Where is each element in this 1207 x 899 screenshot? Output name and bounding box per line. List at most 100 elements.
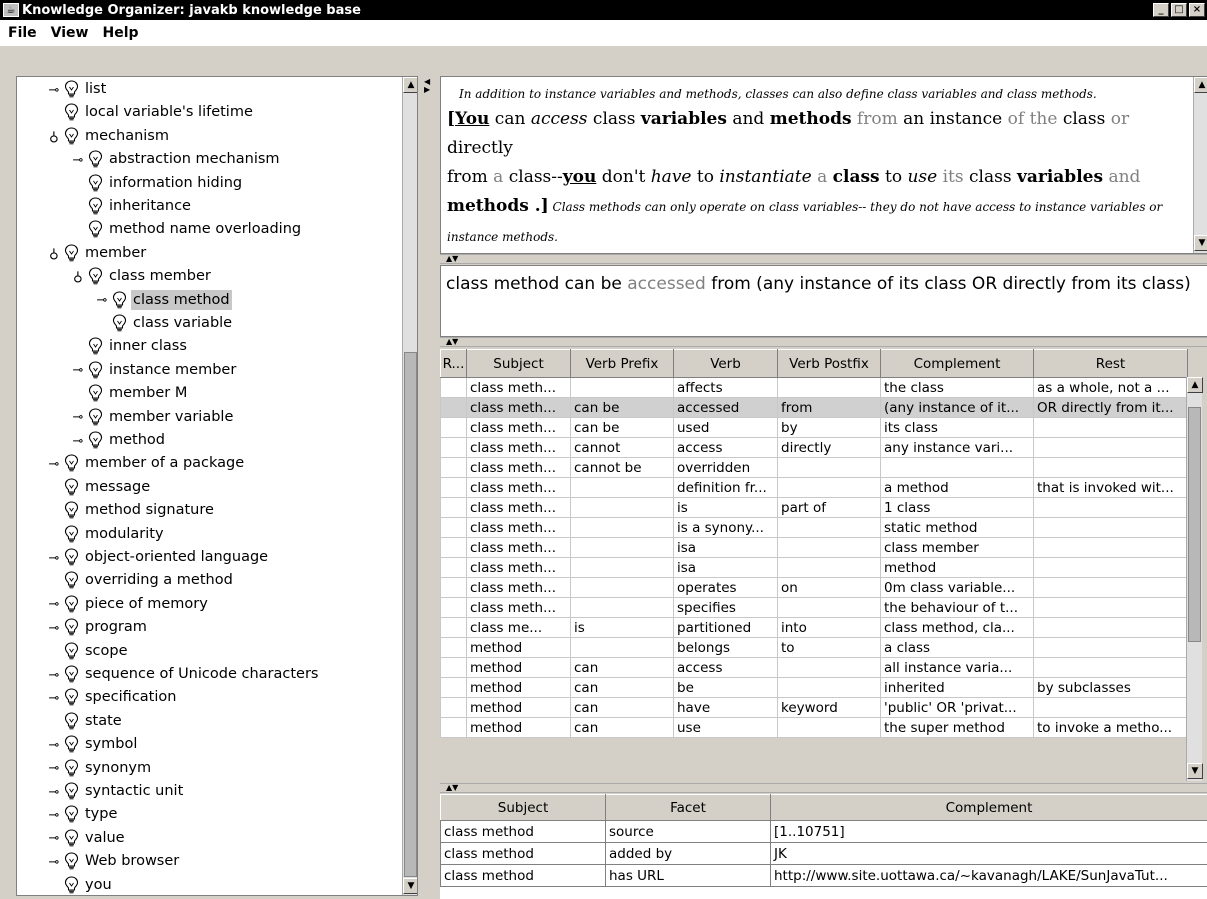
menu-help[interactable]: Help — [102, 25, 138, 41]
table-cell[interactable]: its class — [880, 417, 1034, 438]
tree-item[interactable]: ⊸ object-oriented language — [17, 546, 402, 569]
collapsed-toggle-icon[interactable]: ⊸ — [71, 434, 85, 449]
table-cell[interactable] — [570, 537, 674, 558]
tree-item[interactable]: ⊸ sequence of Unicode characters — [17, 663, 402, 686]
tree-item[interactable]: you — [17, 874, 402, 895]
collapsed-toggle-icon[interactable]: ⊸ — [47, 83, 61, 98]
table-row[interactable]: method can be inherited by subclasses — [440, 677, 1188, 698]
table-row[interactable]: class meth... is part of 1 class — [440, 497, 1188, 518]
table-cell[interactable]: that is invoked wit... — [1033, 477, 1188, 498]
table-cell[interactable] — [570, 377, 674, 398]
table-cell[interactable] — [1033, 437, 1188, 458]
table-cell[interactable]: can be — [570, 417, 674, 438]
table-row[interactable]: class meth... isa class member — [440, 537, 1188, 558]
table-cell[interactable]: belongs — [673, 637, 778, 658]
table-cell[interactable] — [1033, 417, 1188, 438]
tree-scrollbar[interactable]: ▲ ▼ — [402, 77, 417, 895]
table-scrollbar[interactable]: ▲ ▼ — [1186, 377, 1203, 781]
table-cell[interactable]: cannot be — [570, 457, 674, 478]
table-row[interactable]: method can have keyword'public' OR 'privat.… — [440, 697, 1188, 718]
tree-item[interactable]: ⊸ specification — [17, 686, 402, 709]
expanded-toggle-icon[interactable]: ⚲ — [71, 270, 85, 285]
table-cell[interactable]: class meth... — [466, 457, 571, 478]
table-cell[interactable] — [440, 517, 467, 538]
scroll-up-icon[interactable]: ▲ — [1187, 377, 1203, 393]
table-cell[interactable]: accessed — [673, 397, 778, 418]
table-cell[interactable] — [440, 397, 467, 418]
table-cell[interactable]: method — [466, 697, 571, 718]
minimize-button[interactable]: _ — [1153, 3, 1169, 17]
collapsed-toggle-icon[interactable]: ⊸ — [71, 363, 85, 378]
table-row[interactable]: class meth... specifies the behaviour of t… — [440, 597, 1188, 618]
table-cell[interactable]: all instance varia... — [880, 657, 1034, 678]
table-cell[interactable]: directly — [777, 437, 881, 458]
table-cell[interactable] — [440, 577, 467, 598]
table-cell[interactable]: to — [777, 637, 881, 658]
table-cell[interactable]: by subclasses — [1033, 677, 1188, 698]
table-cell[interactable] — [1033, 557, 1188, 578]
table-cell[interactable]: can — [570, 717, 674, 738]
close-button[interactable]: × — [1189, 3, 1205, 17]
table-cell[interactable]: (any instance of it... — [880, 397, 1034, 418]
table-cell[interactable] — [440, 597, 467, 618]
table-cell[interactable]: have — [673, 697, 778, 718]
collapsed-toggle-icon[interactable]: ⊸ — [47, 738, 61, 753]
table-cell[interactable]: by — [777, 417, 881, 438]
tree-item[interactable]: inner class — [17, 335, 402, 358]
table-cell[interactable] — [440, 537, 467, 558]
collapsed-toggle-icon[interactable]: ⊸ — [47, 597, 61, 612]
table-cell[interactable]: from — [777, 397, 881, 418]
tree-item[interactable]: ⚲ mechanism — [17, 125, 402, 148]
table-cell[interactable] — [777, 377, 881, 398]
splitter-2[interactable]: ▲▼ — [440, 337, 1207, 347]
table-cell[interactable] — [570, 597, 674, 618]
facet-cell[interactable]: has URL — [605, 864, 771, 887]
table-cell[interactable]: method — [466, 677, 571, 698]
collapsed-toggle-icon[interactable]: ⊸ — [47, 785, 61, 800]
tree-item[interactable]: ⊸ piece of memory — [17, 593, 402, 616]
table-cell[interactable] — [570, 517, 674, 538]
tree-item[interactable]: overriding a method — [17, 569, 402, 592]
tree-item[interactable]: ⊸ value — [17, 827, 402, 850]
table-cell[interactable] — [880, 457, 1034, 478]
table-cell[interactable]: class meth... — [466, 437, 571, 458]
table-row[interactable]: class meth... cannot access directly any ins… — [440, 437, 1188, 458]
facet-row[interactable]: class method has URL http://www.site.uotta… — [440, 864, 1207, 887]
table-cell[interactable]: a method — [880, 477, 1034, 498]
table-cell[interactable]: method — [466, 657, 571, 678]
table-cell[interactable]: class meth... — [466, 497, 571, 518]
collapsed-toggle-icon[interactable]: ⊸ — [47, 551, 61, 566]
expanded-toggle-icon[interactable]: ⚲ — [47, 129, 61, 144]
table-cell[interactable]: isa — [673, 537, 778, 558]
expanded-toggle-icon[interactable]: ⚲ — [47, 246, 61, 261]
table-cell[interactable]: a class — [880, 637, 1034, 658]
table-cell[interactable]: operates — [673, 577, 778, 598]
collapsed-toggle-icon[interactable]: ⊸ — [47, 831, 61, 846]
tree-item[interactable]: ⊸ program — [17, 616, 402, 639]
table-cell[interactable] — [1033, 617, 1188, 638]
column-header[interactable]: Rest — [1033, 349, 1188, 378]
table-cell[interactable] — [777, 537, 881, 558]
table-cell[interactable]: OR directly from it... — [1033, 397, 1188, 418]
table-cell[interactable] — [1033, 697, 1188, 718]
tree-item[interactable]: member M — [17, 382, 402, 405]
tree-item[interactable]: ⚲ member — [17, 242, 402, 265]
table-cell[interactable] — [777, 477, 881, 498]
scroll-down-icon[interactable]: ▼ — [1194, 235, 1207, 251]
column-header[interactable]: Verb Prefix — [570, 349, 674, 378]
collapsed-toggle-icon[interactable]: ⊸ — [71, 410, 85, 425]
scroll-up-icon[interactable]: ▲ — [1194, 77, 1207, 93]
table-row[interactable]: method belongs to a class — [440, 637, 1188, 658]
menu-view[interactable]: View — [51, 25, 89, 41]
table-cell[interactable] — [777, 597, 881, 618]
table-cell[interactable] — [570, 497, 674, 518]
tree-item[interactable]: ⊸ instance member — [17, 359, 402, 382]
table-cell[interactable] — [570, 477, 674, 498]
facet-cell[interactable]: class method — [440, 842, 606, 865]
table-cell[interactable] — [570, 557, 674, 578]
table-cell[interactable]: as a whole, not a ... — [1033, 377, 1188, 398]
table-cell[interactable] — [440, 557, 467, 578]
table-cell[interactable] — [440, 497, 467, 518]
table-row[interactable]: class meth... isa method — [440, 557, 1188, 578]
table-cell[interactable]: class meth... — [466, 397, 571, 418]
